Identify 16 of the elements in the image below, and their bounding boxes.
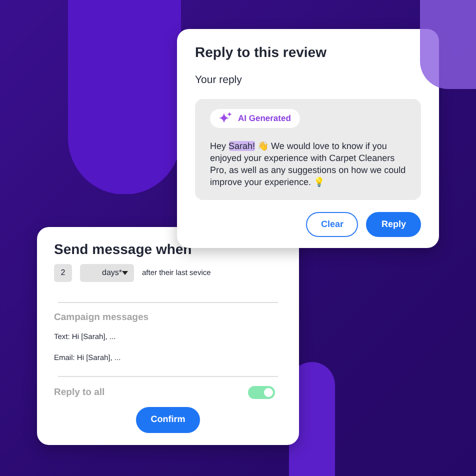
toggle-switch[interactable]: [248, 386, 275, 400]
section-title: Campaign messages: [54, 311, 150, 325]
card-title: Send message when: [54, 240, 193, 259]
reply-box[interactable]: AI Generated Hey Sarah! 👋 We would love to know if you enjoyed your experience with Carpet Cleaners Pro, as well as any suggestions on how we could improve your experience. 💡: [195, 98, 421, 200]
confirm-button[interactable]: Confirm: [136, 407, 200, 432]
clear-button[interactable]: Clear: [306, 212, 358, 238]
number-field[interactable]: 2: [54, 264, 72, 282]
reply-button[interactable]: Reply: [366, 212, 421, 238]
reply-text: Hey Sarah! 👋 We would love to know if you enjoyed your experience with Carpet Cleaners Pro, as well as any suggestions on how we could improve your experience. 💡: [210, 140, 406, 188]
caret-icon: [122, 271, 128, 275]
sparkle-icon: [219, 112, 232, 125]
ai-badge: AI Generated: [210, 108, 300, 128]
card-title: Reply to this review: [195, 43, 328, 62]
unit-dropdown[interactable]: days*: [80, 264, 134, 282]
toggle-label: Reply to all: [54, 386, 105, 400]
field-label: Your reply: [195, 73, 243, 88]
